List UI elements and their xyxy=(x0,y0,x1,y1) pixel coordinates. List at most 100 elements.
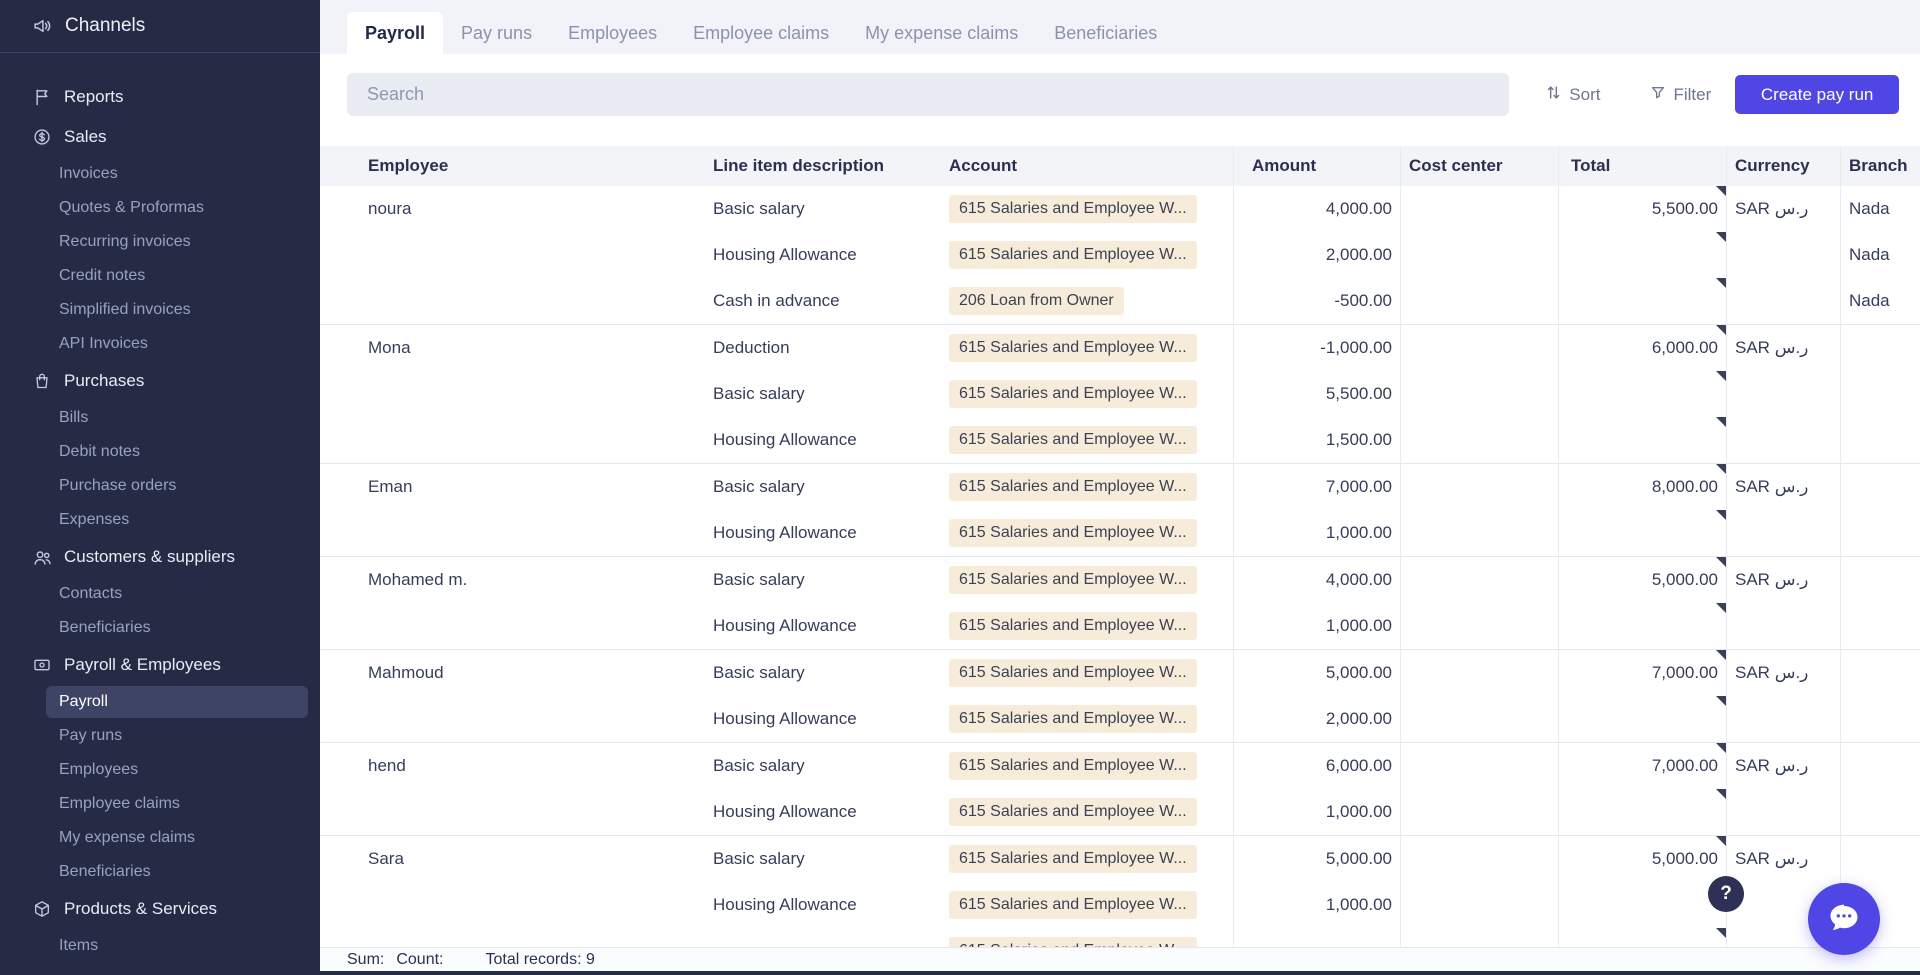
sidebar-item-bills[interactable]: Bills xyxy=(0,401,320,435)
employee-name-cell: Mona xyxy=(320,325,700,371)
account-chip[interactable]: 206 Loan from Owner xyxy=(949,287,1124,315)
employee-name-cell: Mahmoud xyxy=(320,650,700,696)
account-chip[interactable]: 615 Salaries and Employee W... xyxy=(949,705,1197,733)
sidebar-item-beneficiaries[interactable]: Beneficiaries xyxy=(0,855,320,889)
description-cell: Housing Allowance xyxy=(700,603,940,649)
sidebar-item-credit-notes[interactable]: Credit notes xyxy=(0,259,320,293)
create-pay-run-button[interactable]: Create pay run xyxy=(1735,75,1899,114)
account-chip[interactable]: 615 Salaries and Employee W... xyxy=(949,195,1197,223)
sidebar-item-simplified-invoices[interactable]: Simplified invoices xyxy=(0,293,320,327)
description-cell: Housing Allowance xyxy=(700,789,940,835)
table-row[interactable]: hendBasic salary615 Salaries and Employe… xyxy=(320,743,1920,789)
sidebar-section-reports[interactable]: Reports xyxy=(0,77,320,117)
table-row[interactable]: Housing Allowance615 Salaries and Employ… xyxy=(320,417,1920,463)
account-chip[interactable]: 615 Salaries and Employee W... xyxy=(949,845,1197,873)
table-row[interactable]: Housing Allowance 615 Salaries and Employ… xyxy=(320,603,1920,649)
account-chip[interactable]: 615 Salaries and Employee W... xyxy=(949,334,1197,362)
table-row[interactable]: SaraBasic salary615 Salaries and Employe… xyxy=(320,836,1920,882)
account-chip[interactable]: 615 Salaries and Employee W... xyxy=(949,891,1197,919)
table-row[interactable]: Cash in advance206 Loan from Owner-500.0… xyxy=(320,278,1920,324)
table-row[interactable]: Mohamed m.Basic salary615 Salaries and E… xyxy=(320,557,1920,603)
chat-icon xyxy=(1826,900,1862,939)
branch-cell xyxy=(1841,603,1920,649)
branch-cell xyxy=(1841,371,1920,417)
sidebar-item-recurring-invoices[interactable]: Recurring invoices xyxy=(0,225,320,259)
sidebar-item-beneficiaries[interactable]: Beneficiaries xyxy=(0,611,320,645)
sidebar-section-label: Sales xyxy=(64,127,107,147)
account-chip[interactable]: 615 Salaries and Employee W... xyxy=(949,659,1197,687)
sidebar-item-quotes-proformas[interactable]: Quotes & Proformas xyxy=(0,191,320,225)
column-header-amount[interactable]: Amount xyxy=(1234,146,1401,186)
sidebar-item-items[interactable]: Items xyxy=(0,929,320,963)
table-row[interactable]: MonaDeduction615 Salaries and Employee W… xyxy=(320,325,1920,371)
table-row[interactable]: Housing Allowance 615 Salaries and Employ… xyxy=(320,789,1920,835)
filter-button[interactable]: Filter xyxy=(1650,84,1711,105)
column-header-currency[interactable]: Currency xyxy=(1727,146,1841,186)
sidebar-item-pay-runs[interactable]: Pay runs xyxy=(0,719,320,753)
sidebar-item-invoices[interactable]: Invoices xyxy=(0,157,320,191)
account-chip[interactable]: 615 Salaries and Employee W... xyxy=(949,566,1197,594)
account-chip[interactable]: 615 Salaries and Employee W... xyxy=(949,612,1197,640)
table-row[interactable]: Basic salary615 Salaries and Employee W.… xyxy=(320,371,1920,417)
amount-cell: 1,000.00 xyxy=(1234,882,1401,928)
sidebar-item-employees[interactable]: Employees xyxy=(0,753,320,787)
column-header-account[interactable]: Account xyxy=(940,146,1234,186)
account-chip[interactable]: 615 Salaries and Employee W... xyxy=(949,426,1197,454)
currency-cell xyxy=(1727,417,1841,463)
sidebar-section-products-services[interactable]: Products & Services xyxy=(0,889,320,929)
total-cell xyxy=(1559,417,1727,463)
cost-center-cell xyxy=(1401,232,1559,278)
employee-name-cell xyxy=(320,510,700,556)
tab-pay-runs[interactable]: Pay runs xyxy=(443,12,550,54)
column-header-cost-center[interactable]: Cost center xyxy=(1401,146,1559,186)
table-row[interactable]: Housing Allowance615 Salaries and Employ… xyxy=(320,696,1920,742)
sidebar-item-debit-notes[interactable]: Debit notes xyxy=(0,435,320,469)
chat-button[interactable] xyxy=(1808,883,1880,955)
table-row[interactable]: EmanBasic salary615 Salaries and Employe… xyxy=(320,464,1920,510)
cost-center-cell xyxy=(1401,371,1559,417)
account-chip[interactable]: 615 Salaries and Employee W... xyxy=(949,519,1197,547)
account-chip[interactable]: 615 Salaries and Employee W... xyxy=(949,380,1197,408)
account-chip[interactable]: 615 Salaries and Employee W... xyxy=(949,752,1197,780)
table-row[interactable]: Housing Allowance615 Salaries and Employ… xyxy=(320,882,1920,928)
currency-cell xyxy=(1727,278,1841,324)
column-header-line-item-description[interactable]: Line item description xyxy=(700,146,940,186)
column-header-total[interactable]: Total xyxy=(1559,146,1727,186)
table-row[interactable]: MahmoudBasic salary615 Salaries and Empl… xyxy=(320,650,1920,696)
sidebar-item-channels[interactable]: Channels xyxy=(0,0,320,52)
table-row[interactable]: nouraBasic salary615 Salaries and Employ… xyxy=(320,186,1920,232)
table-row[interactable]: Housing Allowance615 Salaries and Employ… xyxy=(320,510,1920,556)
help-button[interactable]: ? xyxy=(1708,876,1744,912)
tab-employee-claims[interactable]: Employee claims xyxy=(675,12,847,54)
amount-cell: 1,000.00 xyxy=(1234,510,1401,556)
sidebar-item-purchase-orders[interactable]: Purchase orders xyxy=(0,469,320,503)
sidebar-item-my-expense-claims[interactable]: My expense claims xyxy=(0,821,320,855)
account-cell: 615 Salaries and Employee W... xyxy=(940,789,1234,835)
account-chip[interactable]: 615 Salaries and Employee W... xyxy=(949,241,1197,269)
sidebar-item-api-invoices[interactable]: API Invoices xyxy=(0,327,320,361)
sidebar-section-payroll-employees[interactable]: Payroll & Employees xyxy=(0,645,320,685)
sidebar-section-label: Reports xyxy=(64,87,124,107)
account-chip[interactable]: 615 Salaries and Employee W... xyxy=(949,473,1197,501)
sidebar-nav: Reports Sales InvoicesQuotes & ProformasRe… xyxy=(0,77,320,963)
tab-my-expense-claims[interactable]: My expense claims xyxy=(847,12,1036,54)
account-chip[interactable]: 615 Salaries and Employee W... xyxy=(949,798,1197,826)
column-header-employee[interactable]: Employee xyxy=(320,146,700,186)
sidebar-section-sales[interactable]: Sales xyxy=(0,117,320,157)
description-cell: Basic salary xyxy=(700,557,940,603)
sidebar-item-expenses[interactable]: Expenses xyxy=(0,503,320,537)
tab-beneficiaries[interactable]: Beneficiaries xyxy=(1036,12,1175,54)
tab-payroll[interactable]: Payroll xyxy=(347,12,443,54)
tab-employees[interactable]: Employees xyxy=(550,12,675,54)
sidebar-item-contacts[interactable]: Contacts xyxy=(0,577,320,611)
search-input[interactable] xyxy=(347,73,1509,116)
sidebar-section-customers-suppliers[interactable]: Customers & suppliers xyxy=(0,537,320,577)
sidebar-section-purchases[interactable]: Purchases xyxy=(0,361,320,401)
table-row[interactable]: Housing Allowance615 Salaries and Employ… xyxy=(320,232,1920,278)
sidebar-item-employee-claims[interactable]: Employee claims xyxy=(0,787,320,821)
sort-button[interactable]: Sort xyxy=(1545,84,1600,106)
cost-center-cell xyxy=(1401,650,1559,696)
amount-cell: 2,000.00 xyxy=(1234,696,1401,742)
column-header-branch[interactable]: Branch xyxy=(1841,146,1920,186)
sidebar-item-payroll[interactable]: Payroll xyxy=(46,686,308,718)
